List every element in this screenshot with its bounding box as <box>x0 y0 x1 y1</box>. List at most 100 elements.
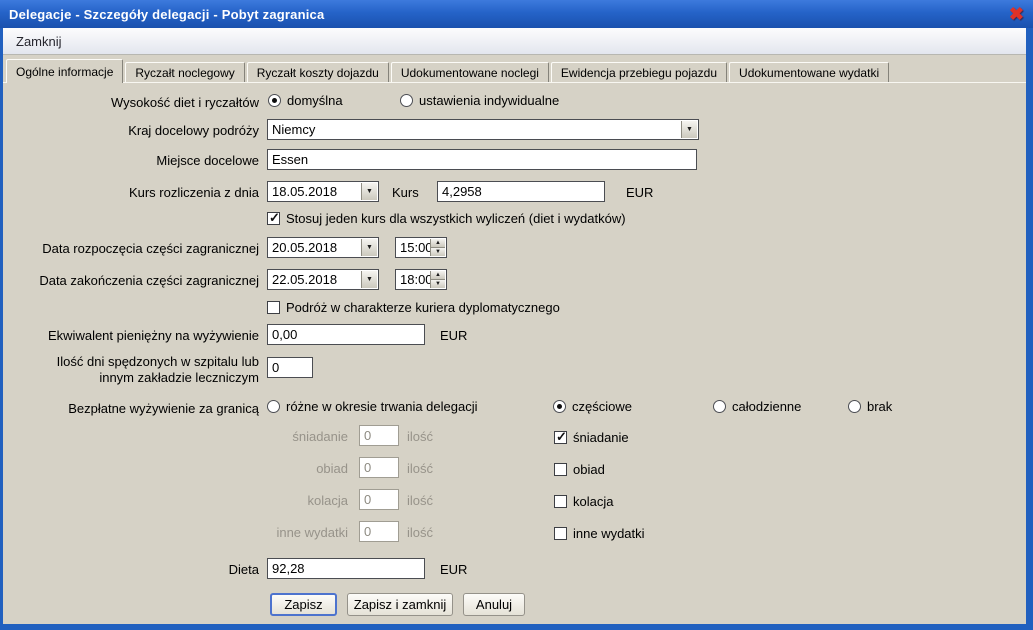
tab-page-general: Wysokość diet i ryczałtów domyślna ustaw… <box>3 82 1026 624</box>
meal-count-suffix: ilość <box>407 429 433 444</box>
inne-wydatki-checkbox[interactable]: inne wydatki <box>554 526 645 541</box>
chevron-down-icon[interactable]: ▼ <box>681 121 697 138</box>
window-title: Delegacje - Szczegóły delegacji - Pobyt … <box>9 7 1009 22</box>
radio-label: częściowe <box>572 399 632 414</box>
meal-count-suffix: ilość <box>407 461 433 476</box>
courier-checkbox[interactable]: Podróż w charakterze kuriera dyplomatycz… <box>267 300 560 315</box>
destination-label: Miejsce docelowe <box>3 153 259 168</box>
checkbox-icon <box>267 212 280 225</box>
meal-count-input <box>359 521 399 542</box>
obiad-checkbox[interactable]: obiad <box>554 462 605 477</box>
hospital-days-input[interactable] <box>267 357 313 378</box>
tab-strip: Ogólne informacje Ryczałt noclegowy Rycz… <box>3 55 1026 82</box>
titlebar: Delegacje - Szczegóły delegacji - Pobyt … <box>0 0 1033 28</box>
radio-calodzienne[interactable]: całodzienne <box>713 399 801 414</box>
radio-dot-icon <box>267 400 280 413</box>
time-spin-buttons: ▲ ▼ <box>430 239 445 256</box>
food-equivalent-input[interactable] <box>267 324 425 345</box>
kurs-input[interactable] <box>437 181 605 202</box>
dieta-input[interactable] <box>267 558 425 579</box>
single-rate-checkbox[interactable]: Stosuj jeden kurs dla wszystkich wylicze… <box>267 211 626 226</box>
save-button[interactable]: Zapisz <box>270 593 337 616</box>
radio-dot-icon <box>268 94 281 107</box>
tab-ewidencja-przebiegu-pojazdu[interactable]: Ewidencja przebiegu pojazdu <box>551 62 727 82</box>
rate-date-label: Kurs rozliczenia z dnia <box>3 185 259 200</box>
rate-date-combobox[interactable]: 18.05.2018 ▼ <box>267 181 379 202</box>
chevron-down-icon[interactable]: ▼ <box>361 271 377 288</box>
country-combobox[interactable]: Niemcy ▼ <box>267 119 699 140</box>
checkbox-icon <box>554 463 567 476</box>
menu-item-zamknij[interactable]: Zamknij <box>9 31 69 52</box>
hospital-days-label-line1: Ilość dni spędzonych w szpitalu lub <box>3 354 259 369</box>
radio-dot-icon <box>400 94 413 107</box>
end-date-value: 22.05.2018 <box>268 272 337 287</box>
checkbox-label: Podróż w charakterze kuriera dyplomatycz… <box>286 300 560 315</box>
rate-date-value: 18.05.2018 <box>268 184 337 199</box>
chevron-down-icon[interactable]: ▼ <box>361 183 377 200</box>
diet-level-label: Wysokość diet i ryczałtów <box>3 95 259 110</box>
tab-ryczalt-koszty-dojazdu[interactable]: Ryczałt koszty dojazdu <box>247 62 389 82</box>
chevron-down-icon[interactable]: ▼ <box>361 239 377 256</box>
delegation-dialog-window: Delegacje - Szczegóły delegacji - Pobyt … <box>0 0 1033 630</box>
checkbox-label: inne wydatki <box>573 526 645 541</box>
meal-count-label: obiad <box>203 461 348 476</box>
meal-count-suffix: ilość <box>407 493 433 508</box>
radio-brak[interactable]: brak <box>848 399 892 414</box>
cancel-button[interactable]: Anuluj <box>463 593 525 616</box>
close-icon[interactable]: ✖ <box>1009 5 1024 23</box>
meal-count-input <box>359 425 399 446</box>
spin-up-icon[interactable]: ▲ <box>430 239 445 247</box>
radio-label: różne w okresie trwania delegacji <box>286 399 477 414</box>
menubar: Zamknij <box>3 28 1026 55</box>
tab-ogolne-informacje[interactable]: Ogólne informacje <box>6 59 123 83</box>
meal-count-input <box>359 457 399 478</box>
time-spin-buttons: ▲ ▼ <box>430 271 445 288</box>
end-time-spinner[interactable]: 18:00 ▲ ▼ <box>395 269 447 290</box>
radio-dot-icon <box>848 400 861 413</box>
food-equivalent-label: Ekwiwalent pieniężny na wyżywienie <box>3 328 259 343</box>
start-date-combobox[interactable]: 20.05.2018 ▼ <box>267 237 379 258</box>
spin-down-icon[interactable]: ▼ <box>430 247 445 256</box>
destination-input[interactable] <box>267 149 697 170</box>
start-date-label: Data rozpoczęcia części zagranicznej <box>3 241 259 256</box>
dieta-label: Dieta <box>3 562 259 577</box>
meal-count-label: kolacja <box>203 493 348 508</box>
tab-udokumentowane-noclegi[interactable]: Udokumentowane noclegi <box>391 62 549 82</box>
radio-domyslna[interactable]: domyślna <box>268 93 343 108</box>
free-food-label: Bezpłatne wyżywienie za granicą <box>3 401 259 416</box>
radio-ustawienia-indywidualne[interactable]: ustawienia indywidualne <box>400 93 559 108</box>
checkbox-label: Stosuj jeden kurs dla wszystkich wylicze… <box>286 211 626 226</box>
checkbox-icon <box>554 495 567 508</box>
country-label: Kraj docelowy podróży <box>3 123 259 138</box>
meal-count-label: inne wydatki <box>203 525 348 540</box>
spin-down-icon[interactable]: ▼ <box>430 279 445 288</box>
kolacja-checkbox[interactable]: kolacja <box>554 494 613 509</box>
checkbox-label: kolacja <box>573 494 613 509</box>
end-time-value: 18:00 <box>396 272 433 287</box>
radio-label: ustawienia indywidualne <box>419 93 559 108</box>
kurs-label: Kurs <box>392 185 419 200</box>
save-and-close-button[interactable]: Zapisz i zamknij <box>347 593 453 616</box>
radio-rozne-w-okresie[interactable]: różne w okresie trwania delegacji <box>267 399 477 414</box>
end-date-combobox[interactable]: 22.05.2018 ▼ <box>267 269 379 290</box>
spin-up-icon[interactable]: ▲ <box>430 271 445 279</box>
tab-udokumentowane-wydatki[interactable]: Udokumentowane wydatki <box>729 62 889 82</box>
start-time-value: 15:00 <box>396 240 433 255</box>
dieta-currency-label: EUR <box>440 562 467 577</box>
meal-count-input <box>359 489 399 510</box>
checkbox-icon <box>267 301 280 314</box>
radio-dot-icon <box>553 400 566 413</box>
radio-label: całodzienne <box>732 399 801 414</box>
start-date-value: 20.05.2018 <box>268 240 337 255</box>
tab-ryczalt-noclegowy[interactable]: Ryczałt noclegowy <box>125 62 244 82</box>
checkbox-icon <box>554 431 567 444</box>
hospital-days-label-line2: innym zakładzie leczniczym <box>3 370 259 385</box>
sniadanie-checkbox[interactable]: śniadanie <box>554 430 629 445</box>
radio-czesciowe[interactable]: częściowe <box>553 399 632 414</box>
start-time-spinner[interactable]: 15:00 ▲ ▼ <box>395 237 447 258</box>
window-body: Zamknij Ogólne informacje Ryczałt nocleg… <box>3 28 1026 624</box>
food-equivalent-currency-label: EUR <box>440 328 467 343</box>
radio-dot-icon <box>713 400 726 413</box>
radio-label: domyślna <box>287 93 343 108</box>
country-value: Niemcy <box>268 122 315 137</box>
